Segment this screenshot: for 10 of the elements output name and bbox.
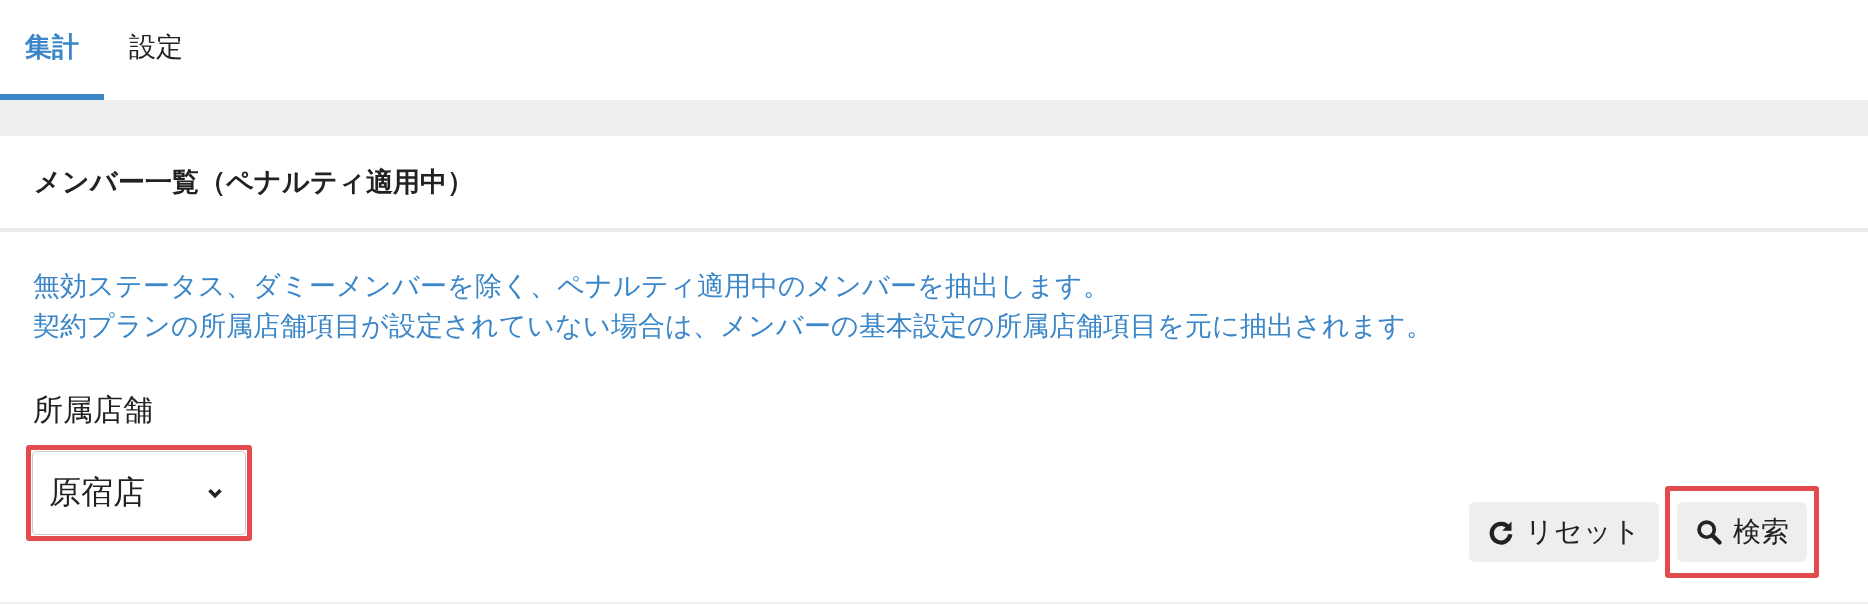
store-select[interactable]: 原宿店 — [32, 451, 246, 535]
field-label: 所属店舗 — [33, 391, 154, 429]
info-text: 契約プランの所属店舗項目が設定されていない場合は、メンバーの基本設定の所属店舗項目を元に抽出されます。 — [33, 309, 1434, 343]
info-text: 無効ステータス、ダミーメンバーを除く、ペナルティ適用中のメンバーを抽出します。 — [33, 269, 1111, 303]
caret-icon — [207, 487, 223, 499]
reset-button[interactable]: リセット — [1469, 502, 1659, 562]
search-button[interactable]: 検索 — [1677, 502, 1807, 562]
tab[interactable]: 設定 — [104, 0, 208, 100]
search-icon — [1695, 518, 1723, 546]
section-title: メンバー一覧（ペナルティ適用中） — [34, 165, 474, 199]
